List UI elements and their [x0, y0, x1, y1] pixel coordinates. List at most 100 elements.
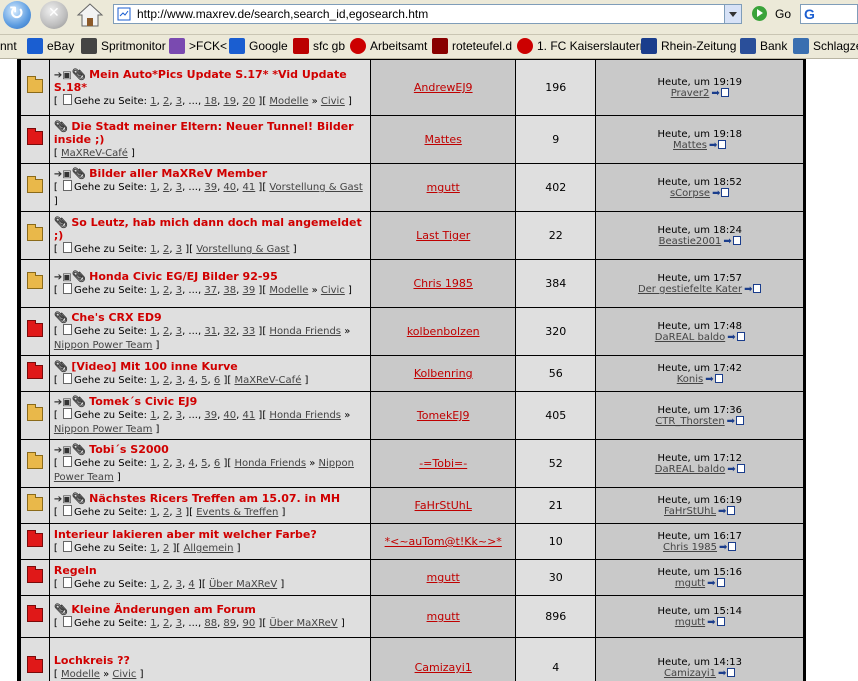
page-link[interactable]: 6	[214, 458, 220, 469]
goto-last-post-icon[interactable]	[711, 88, 728, 99]
author-link[interactable]: -=Tobi=-	[419, 457, 467, 470]
author-link[interactable]: Chris 1985	[413, 277, 472, 290]
new-post-icon[interactable]: ➔▣	[54, 70, 72, 81]
forum-breadcrumb[interactable]: Honda Friends	[269, 326, 341, 337]
address-bar[interactable]: http://www.maxrev.de/search,search_id,eg…	[113, 4, 742, 24]
page-link[interactable]: 2	[163, 285, 169, 296]
page-link[interactable]: 4	[188, 458, 194, 469]
topic-title-link[interactable]: Die Stadt meiner Eltern: Neuer Tunnel! B…	[54, 120, 354, 146]
page-link[interactable]: 3	[176, 410, 182, 421]
page-link[interactable]: 3	[176, 244, 182, 255]
new-post-icon[interactable]: ➔▣	[54, 445, 72, 456]
page-link[interactable]: 1	[150, 182, 156, 193]
link-item[interactable]: Rhein-Zeitung	[661, 39, 736, 53]
topic-title-link[interactable]: Mein Auto*Pics Update S.17* *Vid Update …	[54, 68, 347, 94]
author-link[interactable]: kolbenbolzen	[407, 325, 480, 338]
goto-last-post-icon[interactable]	[727, 416, 744, 427]
page-link[interactable]: 41	[243, 410, 256, 421]
page-link[interactable]: 31	[204, 326, 217, 337]
goto-last-post-icon[interactable]	[718, 668, 735, 679]
topic-title-link[interactable]: Nächstes Ricers Treffen am 15.07. in MH	[89, 492, 340, 505]
page-link[interactable]: 4	[188, 579, 194, 590]
page-link[interactable]: 39	[243, 285, 256, 296]
page-link[interactable]: 39	[204, 182, 217, 193]
topic-title-link[interactable]: [Video] Mit 100 inne Kurve	[71, 360, 237, 373]
page-link[interactable]: 1	[150, 410, 156, 421]
forum-breadcrumb[interactable]: Vorstellung & Gast	[269, 182, 362, 193]
last-post-user[interactable]: Praver2	[671, 88, 710, 99]
forum-breadcrumb[interactable]: Modelle	[269, 285, 308, 296]
page-link[interactable]: 5	[201, 375, 207, 386]
page-link[interactable]: 2	[163, 410, 169, 421]
topic-title-link[interactable]: Tobi´s S2000	[89, 443, 169, 456]
page-link[interactable]: 1	[150, 543, 156, 554]
page-link[interactable]: 20	[243, 96, 256, 107]
link-item[interactable]: Schlagzei	[813, 39, 858, 53]
page-link[interactable]: 1	[150, 375, 156, 386]
last-post-user[interactable]: FaHrStUhL	[664, 506, 716, 517]
link-item[interactable]: nnt	[0, 39, 17, 53]
topic-title-link[interactable]: Honda Civic EG/EJ Bilder 92-95	[89, 270, 278, 283]
goto-last-post-icon[interactable]	[727, 464, 744, 475]
page-link[interactable]: 3	[176, 182, 182, 193]
last-post-user[interactable]: mgutt	[675, 578, 705, 589]
forum-breadcrumb[interactable]: Allgemein	[184, 543, 234, 554]
forum-breadcrumb[interactable]: Honda Friends	[269, 410, 341, 421]
page-link[interactable]: 40	[223, 410, 236, 421]
forum-breadcrumb[interactable]: Civic	[112, 669, 136, 680]
forum-breadcrumb[interactable]: Modelle	[61, 669, 100, 680]
page-link[interactable]: 3	[176, 326, 182, 337]
chevron-down-icon[interactable]	[724, 5, 741, 23]
goto-last-post-icon[interactable]	[744, 284, 761, 295]
page-link[interactable]: 2	[163, 507, 169, 518]
last-post-user[interactable]: Konis	[677, 374, 704, 385]
link-item[interactable]: sfc gb	[313, 39, 345, 53]
goto-last-post-icon[interactable]	[712, 188, 729, 199]
page-link[interactable]: 2	[163, 458, 169, 469]
forum-breadcrumb[interactable]: Nippon Power Team	[54, 340, 152, 351]
page-link[interactable]: 2	[163, 96, 169, 107]
page-link[interactable]: 2	[163, 618, 169, 629]
page-link[interactable]: 4	[188, 375, 194, 386]
topic-title-link[interactable]: Regeln	[54, 564, 97, 577]
page-link[interactable]: 37	[204, 285, 217, 296]
page-link[interactable]: 2	[163, 579, 169, 590]
page-link[interactable]: 1	[150, 285, 156, 296]
search-box[interactable]: G	[800, 4, 858, 24]
topic-title-link[interactable]: Che's CRX ED9	[71, 311, 161, 324]
forum-breadcrumb[interactable]: Über MaXReV	[269, 618, 337, 629]
link-item[interactable]: roteteufel.d	[452, 39, 512, 53]
page-link[interactable]: 2	[163, 543, 169, 554]
last-post-user[interactable]: Der gestiefelte Kater	[638, 284, 742, 295]
goto-last-post-icon[interactable]	[707, 617, 724, 628]
author-link[interactable]: *<~auTom@t!Kk~>*	[385, 535, 502, 548]
topic-title-link[interactable]: So Leutz, hab mich dann doch mal angemel…	[54, 216, 362, 242]
topic-title-link[interactable]: Bilder aller MaXReV Member	[89, 167, 267, 180]
page-link[interactable]: 3	[176, 458, 182, 469]
page-link[interactable]: 3	[176, 507, 182, 518]
last-post-user[interactable]: Chris 1985	[663, 542, 717, 553]
page-link[interactable]: 90	[243, 618, 256, 629]
forum-breadcrumb[interactable]: MaXReV-Café	[61, 148, 128, 159]
page-link[interactable]: 18	[204, 96, 217, 107]
page-link[interactable]: 2	[163, 182, 169, 193]
forum-breadcrumb[interactable]: Vorstellung & Gast	[196, 244, 289, 255]
link-item[interactable]: Google	[249, 39, 288, 53]
topic-title-link[interactable]: Tomek´s Civic EJ9	[89, 395, 197, 408]
page-link[interactable]: 32	[223, 326, 236, 337]
forum-breadcrumb[interactable]: Events & Treffen	[196, 507, 278, 518]
last-post-user[interactable]: Mattes	[673, 140, 707, 151]
goto-last-post-icon[interactable]	[707, 578, 724, 589]
author-link[interactable]: Kolbenring	[414, 367, 473, 380]
goto-last-post-icon[interactable]	[723, 236, 740, 247]
page-link[interactable]: 1	[150, 458, 156, 469]
last-post-user[interactable]: sCorpse	[670, 188, 710, 199]
author-link[interactable]: mgutt	[427, 610, 460, 623]
forum-breadcrumb[interactable]: Nippon Power Team	[54, 424, 152, 435]
page-link[interactable]: 19	[223, 96, 236, 107]
author-link[interactable]: Mattes	[425, 133, 462, 146]
page-link[interactable]: 3	[176, 96, 182, 107]
page-link[interactable]: 2	[163, 326, 169, 337]
page-link[interactable]: 2	[163, 375, 169, 386]
link-item[interactable]: 1. FC Kaiserslautern	[537, 39, 646, 53]
